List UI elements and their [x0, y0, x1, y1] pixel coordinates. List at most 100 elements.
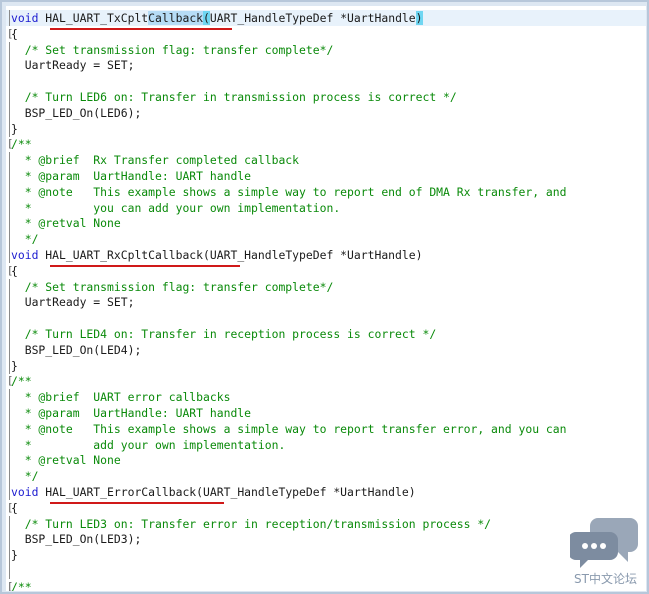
code-text: BSP_LED_On(LED3);	[11, 531, 142, 547]
code-line[interactable]	[6, 563, 646, 579]
code-text: /**	[11, 579, 32, 591]
fold-line	[9, 73, 10, 90]
code-text: {	[11, 263, 18, 279]
code-editor[interactable]: void HAL_UART_TxCpltCallback(UART_Handle…	[6, 6, 646, 591]
code-token: HAL_UART_ErrorCallback(UART_HandleTypeDe…	[45, 485, 416, 499]
fold-line	[9, 231, 10, 248]
code-token: }	[11, 358, 18, 373]
code-token: * add your own implementation.	[11, 437, 286, 452]
code-token: Callback	[148, 11, 204, 25]
code-line[interactable]: void HAL_UART_RxCpltCallback(UART_Handle…	[6, 247, 646, 263]
code-line[interactable]	[6, 73, 646, 90]
fold-line	[9, 120, 10, 137]
fold-line	[9, 452, 10, 469]
code-token: BSP_LED_On(LED6);	[11, 105, 142, 120]
fold-line	[9, 247, 10, 263]
code-text: UartReady = SET;	[11, 294, 135, 310]
code-line[interactable]: }	[6, 547, 646, 564]
code-line[interactable]: void HAL_UART_TxCpltCallback(UART_Handle…	[6, 10, 646, 26]
code-token: /**	[11, 137, 32, 152]
code-text: /**	[11, 136, 32, 152]
code-text: BSP_LED_On(LED4);	[11, 342, 142, 358]
fold-line	[9, 341, 10, 358]
code-line[interactable]: /* Turn LED3 on: Transfer error in recep…	[6, 515, 646, 532]
code-line[interactable]: UartReady = SET;	[6, 57, 646, 74]
code-line[interactable]: UartReady = SET;	[6, 294, 646, 311]
code-line[interactable]: /* Set transmission flag: transfer compl…	[6, 41, 646, 58]
code-line[interactable]: */	[6, 231, 646, 248]
code-line[interactable]: /* Turn LED6 on: Transfer in transmissio…	[6, 89, 646, 105]
fold-line	[9, 563, 10, 579]
code-line[interactable]: * @note This example shows a simple way …	[6, 420, 646, 437]
code-text: * @brief UART error callbacks	[11, 389, 231, 405]
code-line[interactable]: BSP_LED_On(LED3);	[6, 531, 646, 548]
code-token: /* Turn LED4 on: Transfer in reception p…	[11, 327, 437, 341]
code-line[interactable]: }	[6, 357, 646, 374]
underline-error	[50, 502, 224, 504]
code-token: * @retval None	[11, 453, 121, 468]
code-token: * @retval None	[11, 216, 121, 231]
forum-watermark: ST中文论坛	[568, 512, 646, 592]
code-token: UartReady = SET;	[11, 58, 135, 73]
code-text: void HAL_UART_RxCpltCallback(UART_Handle…	[11, 247, 422, 263]
code-line[interactable]: /* Turn LED4 on: Transfer in reception p…	[6, 326, 646, 342]
code-token: */	[11, 232, 39, 247]
code-token: void	[11, 11, 46, 25]
code-token: BSP_LED_On(LED3);	[11, 532, 142, 547]
fold-gutter	[6, 563, 14, 579]
code-text: * add your own implementation.	[11, 437, 286, 453]
fold-line	[9, 420, 10, 437]
code-text: }	[11, 121, 18, 137]
code-line[interactable]: * @retval None	[6, 215, 646, 232]
code-token: * @note This example shows a simple way …	[11, 421, 567, 436]
code-text: */	[11, 468, 39, 484]
code-line[interactable]: BSP_LED_On(LED4);	[6, 341, 646, 358]
fold-line	[9, 405, 10, 421]
code-token: /* Turn LED6 on: Transfer in transmissio…	[11, 90, 457, 104]
code-token: /* Set transmission flag: transfer compl…	[11, 42, 334, 57]
fold-line	[9, 357, 10, 374]
code-token: UART_HandleTypeDef *UartHandle	[209, 11, 416, 25]
window-frame: void HAL_UART_TxCpltCallback(UART_Handle…	[0, 0, 649, 594]
code-token: /**	[11, 579, 32, 591]
code-line[interactable]: */	[6, 468, 646, 485]
fold-line	[9, 294, 10, 311]
code-text: */	[11, 231, 39, 247]
code-text: * @note This example shows a simple way …	[11, 421, 567, 437]
code-token: /**	[11, 374, 32, 389]
code-line[interactable]: * you can add your own implementation.	[6, 199, 646, 216]
fold-line	[9, 484, 10, 500]
fold-line	[9, 10, 10, 26]
code-token: HAL_UART_TxCplt	[45, 11, 149, 25]
code-line[interactable]: * @retval None	[6, 452, 646, 469]
code-token: HAL_UART_RxCpltCallback(UART_HandleTypeD…	[45, 248, 423, 262]
code-line[interactable]: * @brief Rx Transfer completed callback	[6, 152, 646, 169]
underline-rxcplt	[50, 265, 240, 267]
code-line[interactable]: * @brief UART error callbacks	[6, 389, 646, 406]
code-text: void HAL_UART_ErrorCallback(UART_HandleT…	[11, 484, 416, 500]
code-line[interactable]: void HAL_UART_ErrorCallback(UART_HandleT…	[6, 484, 646, 500]
watermark-label: ST中文论坛	[574, 572, 637, 586]
code-token: (	[203, 11, 210, 25]
code-text: * you can add your own implementation.	[11, 200, 340, 216]
code-line[interactable]: * add your own implementation.	[6, 436, 646, 453]
code-token: void	[11, 248, 46, 262]
fold-line	[9, 468, 10, 485]
code-line[interactable]: /* Set transmission flag: transfer compl…	[6, 278, 646, 295]
fold-gutter	[6, 310, 14, 327]
code-line[interactable]: * @note This example shows a simple way …	[6, 183, 646, 200]
code-line[interactable]: [/**	[6, 579, 646, 591]
code-line[interactable]: [/**	[6, 136, 646, 152]
code-line[interactable]	[6, 310, 646, 327]
code-text: {	[11, 500, 18, 516]
fold-line	[9, 278, 10, 295]
fold-line	[9, 89, 10, 105]
code-line[interactable]: BSP_LED_On(LED6);	[6, 104, 646, 121]
code-line[interactable]: [/**	[6, 373, 646, 389]
code-token: */	[11, 469, 39, 484]
code-text: BSP_LED_On(LED6);	[11, 105, 142, 121]
code-line[interactable]: * @param UartHandle: UART handle	[6, 168, 646, 184]
code-line[interactable]: }	[6, 120, 646, 137]
code-line[interactable]: * @param UartHandle: UART handle	[6, 405, 646, 421]
code-text: }	[11, 547, 18, 563]
